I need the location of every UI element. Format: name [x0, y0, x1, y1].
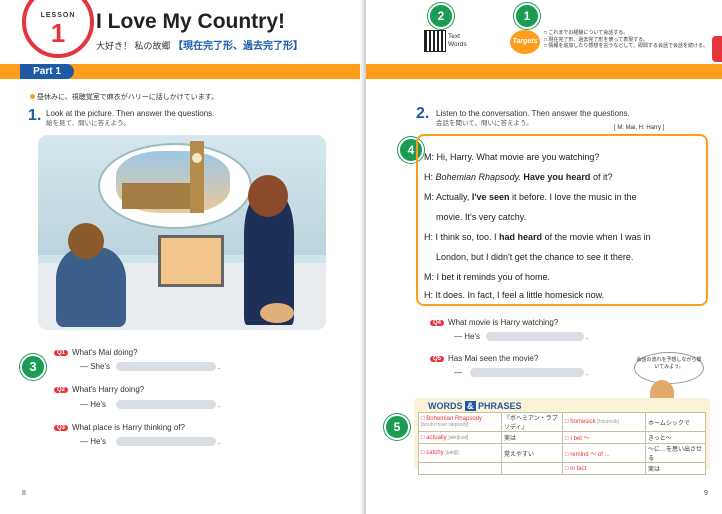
q5-period: .: [586, 368, 589, 377]
q3-answer-prefix: — He's: [80, 437, 106, 446]
right-page: 2 1 Text Words Targets □ これまでの経験について会話する…: [366, 0, 722, 514]
qr-words-label: Words: [448, 41, 467, 48]
part-bar-right: [366, 64, 722, 79]
question-2-jp: 会話を聞いて、問いに答えよう。: [436, 120, 533, 127]
goals-list: □ これまでの経験について会話する。 □ 現在完了形、過去完了形を使って表現する…: [544, 30, 708, 50]
rabbit-mascot: [260, 303, 294, 323]
conversation-line: London, but I didn't get the chance to s…: [436, 252, 634, 262]
words-row: □ actually [ǽktʃuəli] 実は □ I bet ～ きっと～: [418, 431, 706, 444]
question-1-number: 1.: [28, 107, 42, 124]
conversation-line: M: Actually, I've seen it before. I love…: [424, 192, 637, 202]
thought-bubble: 会話の流れを予想しながら聞いてみよう。: [634, 352, 704, 384]
q1-text: What's Mai doing?: [72, 348, 138, 357]
callout-1: 1: [514, 3, 540, 29]
question-q1: Q1 What's Mai doing?: [54, 348, 138, 357]
conversation-line: H: Bohemian Rhapsody. Have you heard of …: [424, 172, 613, 182]
lesson-badge: LESSON 1: [22, 0, 94, 58]
qr-text-label: Text: [448, 33, 460, 40]
callout-5: 5: [384, 414, 410, 440]
conversation-line: M: I bet it reminds you of home.: [424, 272, 551, 282]
big-ben-tower: [190, 141, 204, 213]
lesson-title: I Love My Country!: [96, 10, 286, 33]
left-page: LESSON 1 I Love My Country! 大好き！ 私の故郷 【現…: [0, 0, 364, 514]
q4-text: What movie is Harry watching?: [448, 318, 559, 327]
qr-labels: Text Words: [448, 33, 467, 49]
q5-answer-blank[interactable]: [470, 368, 584, 377]
question-q3: Q3 What place is Harry thinking of?: [54, 423, 185, 432]
part-bar: Part 1: [0, 64, 364, 79]
computer-monitor: [158, 235, 224, 287]
q4-answer-blank[interactable]: [486, 332, 584, 341]
q4-tag: Q4: [430, 320, 445, 326]
question-2-text: Listen to the conversation. Then answer …: [436, 109, 630, 129]
question-q4: Q4 What movie is Harry watching?: [430, 318, 558, 327]
words-table: □ Bohemian Rhapsody [bouhíːmiən rǽpsədi] …: [418, 412, 706, 475]
q2-answer-blank[interactable]: [116, 400, 216, 409]
part-label: Part 1: [20, 64, 74, 79]
intro-text: 昼休みに、視聴覚室で麻衣がハリーに話しかけています。: [30, 92, 218, 102]
callout-3: 3: [20, 354, 46, 380]
q1-tag: Q1: [54, 350, 69, 356]
words-row: □ Bohemian Rhapsody [bouhíːmiən rǽpsədi] …: [418, 412, 706, 432]
q2-answer-prefix: — He's: [80, 400, 106, 409]
words-row: □ in fact 実は: [418, 462, 706, 475]
question-1-text: Look at the picture. Then answer the que…: [46, 109, 214, 129]
conversation-line: H: I think so, too. I had heard of the m…: [424, 232, 651, 242]
qr-code-icon[interactable]: [424, 30, 446, 52]
chapter-tab: [712, 36, 722, 62]
q1-period: .: [218, 362, 221, 371]
conversation-line: H: It does. In fact, I feel a little hom…: [424, 290, 605, 300]
question-2-en: Listen to the conversation. Then answer …: [436, 109, 630, 118]
conversation-line: M: Hi, Harry. What movie are you watchin…: [424, 152, 600, 162]
question-1-en: Look at the picture. Then answer the que…: [46, 109, 215, 118]
words-phrases-title: WORDS & PHRASES: [428, 401, 522, 411]
q3-tag: Q3: [54, 425, 69, 431]
q3-answer-blank[interactable]: [116, 437, 216, 446]
q1-answer-blank[interactable]: [116, 362, 216, 371]
lesson-illustration: [38, 135, 326, 330]
speaker-key: [ M: Mai, H: Harry ]: [614, 125, 665, 131]
q3-text: What place is Harry thinking of?: [72, 423, 185, 432]
targets-badge: Targets: [510, 30, 540, 54]
q2-text: What's Harry doing?: [72, 385, 145, 394]
q5-tag: Q5: [430, 356, 445, 362]
q2-tag: Q2: [54, 387, 69, 393]
q4-answer-prefix: — He's: [454, 332, 480, 341]
words-row: □ catchy [kǽtʃi] 覚えやすい □ remind ～ of ...…: [418, 443, 706, 463]
lesson-number: 1: [50, 18, 66, 48]
q4-period: .: [586, 332, 589, 341]
q5-answer-prefix: —: [454, 368, 462, 377]
goal-item: □ 情報を追加したり感想を言うなどして、即興する会話で会話を続ける。: [544, 43, 709, 49]
subtitle-jp: 大好き！ 私の故郷: [96, 41, 171, 51]
harry-figure: [56, 247, 126, 327]
callout-2: 2: [428, 3, 454, 29]
q5-text: Has Mai seen the movie?: [448, 354, 539, 363]
question-q2: Q2 What's Harry doing?: [54, 385, 144, 394]
conversation-line: movie. It's very catchy.: [436, 212, 527, 222]
q3-period: .: [218, 437, 221, 446]
q2-period: .: [218, 400, 221, 409]
question-q5: Q5 Has Mai seen the movie?: [430, 354, 538, 363]
subtitle-grammar: 【現在完了形、過去完了形】: [173, 41, 304, 52]
palace-of-westminster: [122, 183, 192, 209]
question-1-jp: 絵を見て、問いに答えよう。: [46, 120, 130, 127]
question-2-number: 2.: [416, 105, 430, 122]
q1-answer-prefix: — She's: [80, 362, 110, 371]
textbook-spread: LESSON 1 I Love My Country! 大好き！ 私の故郷 【現…: [0, 0, 722, 514]
lesson-subtitle: 大好き！ 私の故郷 【現在完了形、過去完了形】: [96, 37, 303, 52]
page-number-left: 8: [22, 490, 26, 497]
page-number-right: 9: [704, 490, 708, 497]
